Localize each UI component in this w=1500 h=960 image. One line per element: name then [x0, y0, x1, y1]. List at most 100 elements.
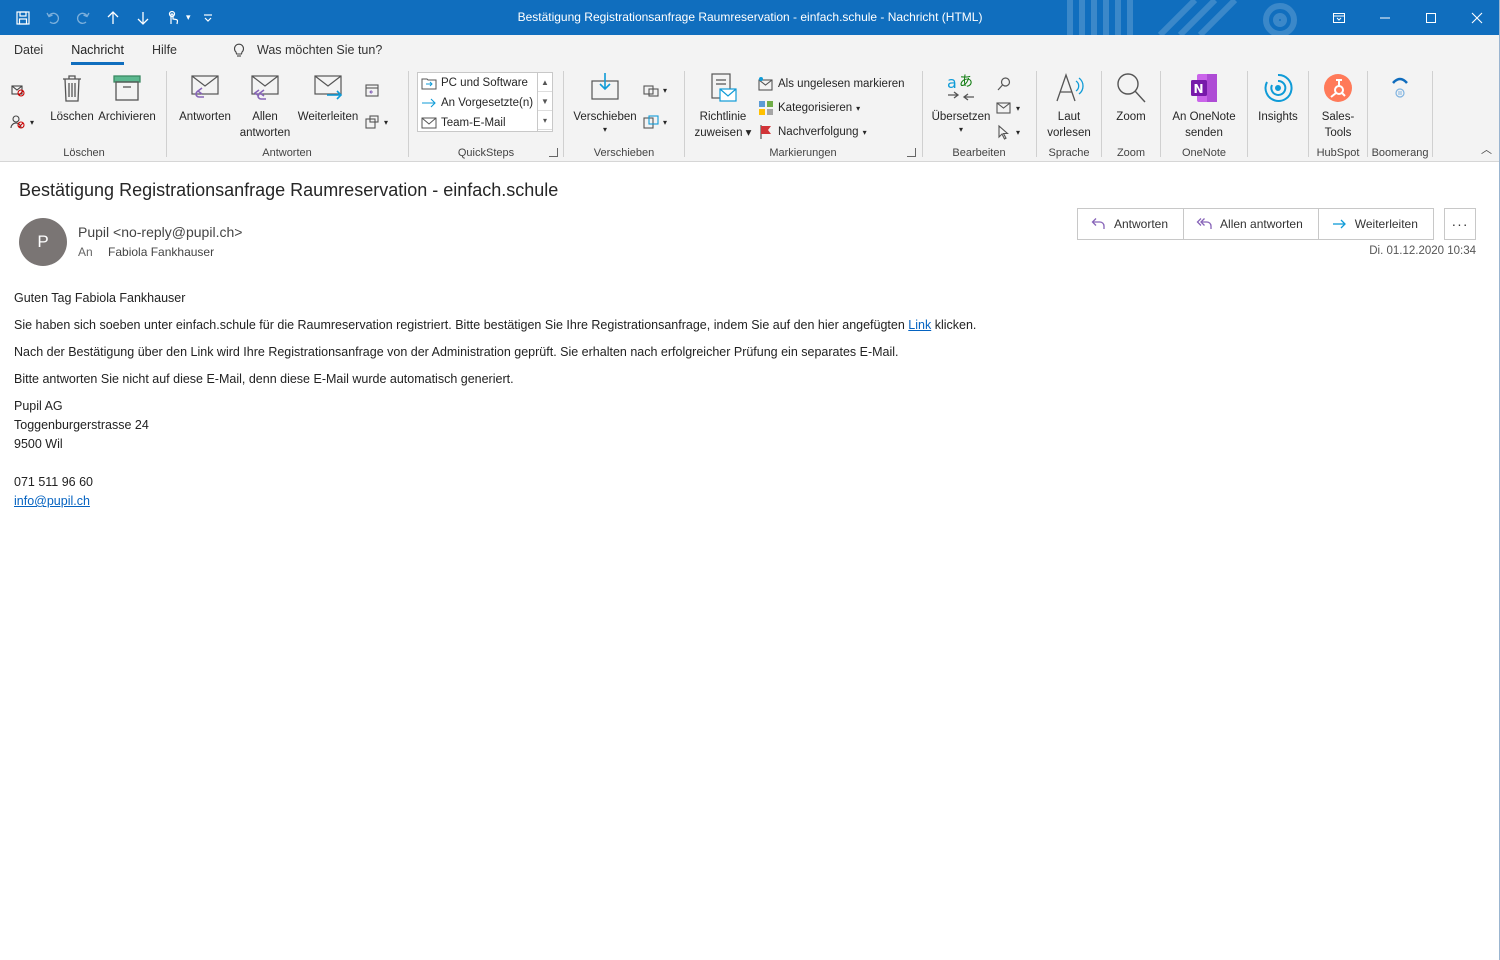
read-aloud-button[interactable]: Laut vorlesen: [1040, 71, 1098, 141]
assign-policy-button[interactable]: Richtlinie zuweisen ▾: [690, 71, 756, 141]
touch-mode-icon[interactable]: [160, 5, 186, 31]
reply-arrow-icon: [1091, 218, 1105, 229]
sender[interactable]: Pupil <no-reply@pupil.ch>: [78, 224, 242, 240]
customize-toolbar-icon[interactable]: [195, 5, 221, 31]
avatar[interactable]: P: [19, 218, 67, 266]
reply-all-action-button[interactable]: Allen antworten: [1184, 209, 1319, 239]
send-to-onenote-button[interactable]: N An OneNote senden: [1164, 71, 1244, 141]
sales-tools-button[interactable]: Sales- Tools: [1312, 71, 1364, 141]
forward-mail-icon: [314, 75, 343, 100]
assign-policy-text: zuweisen: [694, 127, 743, 139]
quickstep-vorgesetzte[interactable]: An Vorgesetzte(n): [418, 93, 552, 113]
categorize-label: Kategorisieren: [778, 102, 853, 114]
junk-button[interactable]: ▾: [10, 111, 34, 133]
group-bearbeiten: aあ Übersetzen ▾ ▾ ▾ Bearbeiten: [924, 69, 1034, 161]
more-actions-button[interactable]: ···: [1444, 208, 1476, 240]
group-boomerang: Boomerang: [1369, 69, 1431, 161]
ribbon-separator: [922, 71, 923, 157]
save-icon[interactable]: [10, 5, 36, 31]
quickstep-team-email[interactable]: Team-E-Mail: [418, 113, 552, 133]
forward-button[interactable]: Weiterleiten: [294, 71, 362, 125]
mark-unread-button[interactable]: Als ungelesen markieren: [758, 73, 905, 95]
undo-icon[interactable]: [40, 5, 66, 31]
to-label: An: [78, 245, 93, 259]
read-aloud-icon: [1056, 73, 1084, 102]
group-label-bearbeiten: Bearbeiten: [952, 147, 1006, 159]
translate-button[interactable]: aあ Übersetzen ▾: [928, 71, 994, 135]
actions-dropdown-icon: ▾: [663, 117, 668, 127]
tab-nachricht[interactable]: Nachricht: [57, 35, 138, 65]
scroll-up-icon[interactable]: ▲: [538, 73, 552, 92]
minimize-button[interactable]: [1362, 0, 1408, 35]
message-subject: Bestätigung Registrationsanfrage Raumres…: [19, 180, 559, 200]
confirmation-link[interactable]: Link: [908, 318, 931, 332]
reply-button[interactable]: Antworten: [174, 71, 236, 125]
cursor-select-icon: [998, 124, 1009, 140]
message-body: Guten Tag Fabiola Fankhauser Sie haben s…: [14, 289, 1474, 511]
forward-action-label: Weiterleiten: [1354, 217, 1418, 231]
ribbon-display-options-button[interactable]: [1316, 0, 1362, 35]
next-item-icon[interactable]: [130, 5, 156, 31]
rules-button[interactable]: ▾: [643, 79, 667, 101]
quicksteps-launcher-icon[interactable]: [549, 148, 558, 157]
categorize-button[interactable]: Kategorisieren ▾: [758, 97, 860, 119]
insights-button[interactable]: Insights: [1251, 71, 1305, 125]
tab-datei[interactable]: Datei: [0, 35, 57, 65]
ribbon: ▾ Löschen Archivieren Löschen Antworten …: [0, 65, 1500, 162]
scroll-down-icon[interactable]: ▼: [538, 92, 552, 111]
forward-action-button[interactable]: Weiterleiten: [1319, 209, 1433, 239]
onenote-icon: N: [1191, 74, 1217, 102]
meeting-reply-button[interactable]: [364, 79, 380, 101]
quicksteps-gallery: PC und Software An Vorgesetzte(n) Team-E…: [417, 72, 553, 132]
assign-policy-label-2: zuweisen ▾: [694, 127, 752, 139]
gallery-expand-icon[interactable]: ▾: [538, 111, 552, 130]
select-dropdown-icon: ▾: [1016, 127, 1021, 137]
p1-text-after: klicken.: [931, 318, 977, 332]
reply-all-action-label: Allen antworten: [1220, 217, 1303, 231]
close-button[interactable]: [1454, 0, 1500, 35]
collapse-ribbon-icon[interactable]: ︿: [1481, 141, 1492, 157]
ignore-button[interactable]: [10, 79, 26, 101]
lightbulb-icon: [233, 43, 245, 57]
body-paragraph-3: Bitte antworten Sie nicht auf diese E-Ma…: [14, 372, 514, 386]
junk-person-icon: [10, 115, 25, 129]
more-respond-button[interactable]: ▾: [364, 111, 388, 133]
group-sprache: Laut vorlesen Sprache: [1038, 69, 1100, 161]
tell-me-search[interactable]: Was möchten Sie tun?: [231, 42, 382, 58]
touch-mode-dropdown-icon[interactable]: ▾: [186, 12, 191, 23]
find-button[interactable]: [996, 73, 1012, 95]
actions-button[interactable]: ▾: [643, 111, 667, 133]
signature-email-link[interactable]: info@pupil.ch: [14, 494, 90, 508]
markierungen-launcher-icon[interactable]: [907, 148, 916, 157]
maximize-button[interactable]: [1408, 0, 1454, 35]
related-button[interactable]: ▾: [996, 97, 1020, 119]
recipient-name[interactable]: Fabiola Fankhauser: [108, 245, 214, 259]
assign-policy-label-1: Richtlinie: [699, 111, 747, 123]
ribbon-separator: [1160, 71, 1161, 157]
ribbon-separator: [1247, 71, 1248, 157]
tab-hilfe[interactable]: Hilfe: [138, 35, 191, 65]
more-respond-icon: [365, 115, 379, 129]
previous-item-icon[interactable]: [100, 5, 126, 31]
boomerang-button[interactable]: [1373, 71, 1427, 109]
zoom-magnifier-icon: [1117, 73, 1146, 103]
quicksteps-scrollbar[interactable]: ▲ ▼ ▾: [537, 73, 552, 131]
select-button[interactable]: ▾: [996, 121, 1020, 143]
flag-icon: [760, 125, 771, 139]
delete-button[interactable]: Löschen: [47, 71, 97, 125]
reply-action-button[interactable]: Antworten: [1078, 209, 1185, 239]
reply-label: Antworten: [179, 111, 231, 123]
redo-icon[interactable]: [70, 5, 96, 31]
group-label-boomerang: Boomerang: [1371, 147, 1429, 159]
reply-all-button[interactable]: Allen antworten: [240, 71, 290, 141]
quickstep-pc-software[interactable]: PC und Software: [418, 73, 552, 93]
read-aloud-label-2: vorlesen: [1047, 127, 1091, 139]
zoom-button[interactable]: Zoom: [1105, 71, 1157, 125]
reply-all-arrow-icon: [1196, 218, 1212, 229]
follow-up-button[interactable]: Nachverfolgung ▾: [758, 121, 867, 143]
archive-button[interactable]: Archivieren: [96, 71, 158, 125]
group-loeschen: ▾ Löschen Archivieren Löschen: [4, 69, 164, 161]
move-button[interactable]: Verschieben ▾: [569, 71, 641, 135]
signature: Pupil AG Toggenburgerstrasse 24 9500 Wil…: [14, 397, 1474, 511]
svg-text:N: N: [1194, 82, 1204, 96]
